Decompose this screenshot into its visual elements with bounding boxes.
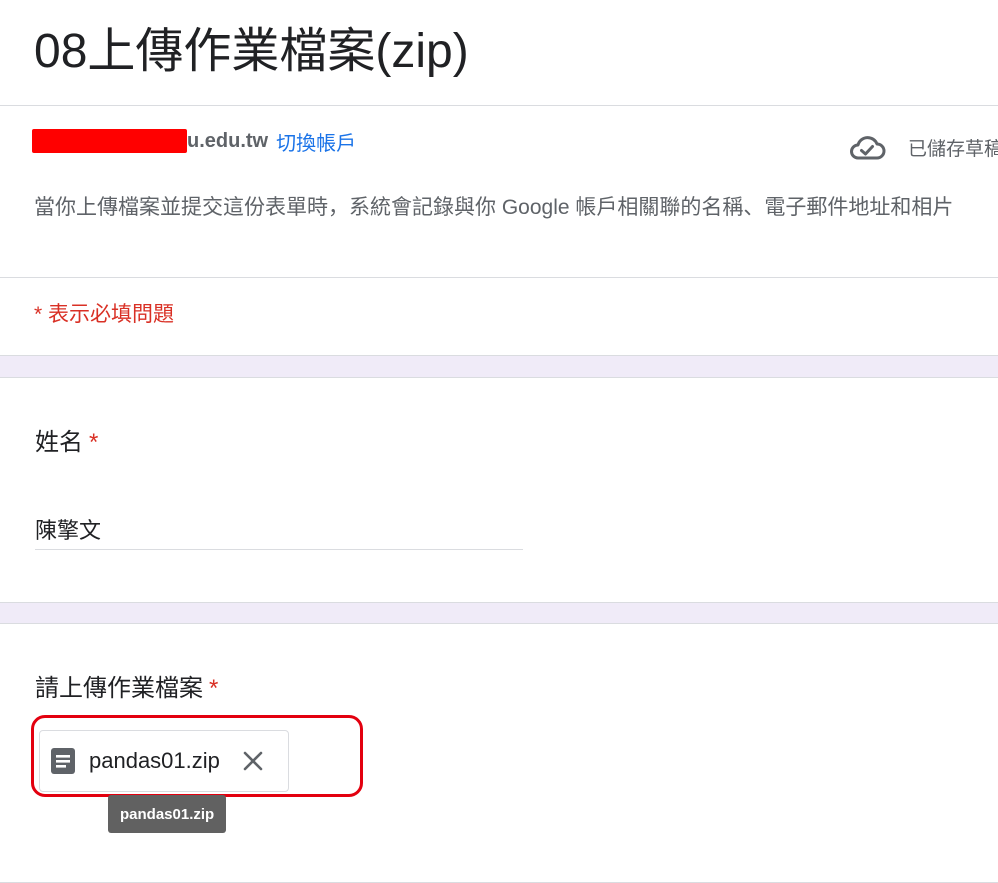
account-row: u.edu.tw 切換帳戶: [32, 126, 356, 156]
question-label: 請上傳作業檔案: [35, 675, 203, 702]
notice-divider: [0, 277, 998, 278]
question-card-upload: 請上傳作業檔案 * pandas01.zip pandas01.zip: [0, 623, 998, 883]
form-title: 08上傳作業檔案(zip): [34, 25, 469, 78]
data-collection-notice: 當你上傳檔案並提交這份表單時，系統會記錄與你 Google 帳戶相關聯的名稱、電…: [34, 196, 954, 219]
document-icon: [51, 748, 75, 774]
email-redaction: [32, 129, 187, 153]
name-input[interactable]: [35, 508, 523, 550]
required-asterisk: *: [209, 675, 219, 702]
close-icon[interactable]: [240, 748, 266, 774]
required-asterisk: *: [89, 429, 99, 456]
uploaded-file-chip[interactable]: pandas01.zip: [39, 730, 289, 792]
question-label: 姓名: [35, 429, 83, 456]
required-note: * 表示必填問題: [34, 303, 175, 326]
header-divider: [0, 105, 998, 106]
question-card-name: 姓名 *: [0, 377, 998, 603]
file-name-tooltip: pandas01.zip: [108, 795, 227, 833]
question-title-upload: 請上傳作業檔案 *: [35, 668, 218, 703]
account-email: u.edu.tw: [187, 129, 269, 152]
switch-account-link[interactable]: 切換帳戶: [276, 127, 356, 156]
draft-saved-label: 已儲存草稿: [908, 138, 998, 160]
uploaded-file-name: pandas01.zip: [89, 748, 220, 773]
cloud-check-icon: [850, 136, 886, 160]
draft-saved-status: 已儲存草稿: [848, 132, 998, 162]
question-title-name: 姓名 *: [35, 422, 98, 457]
